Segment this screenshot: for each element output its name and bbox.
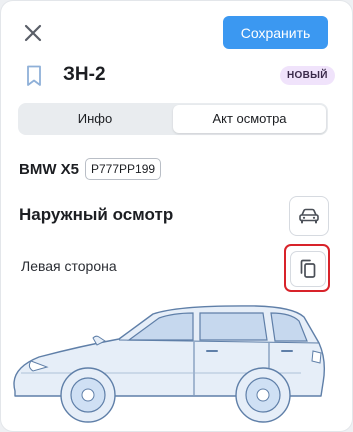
section-title: Наружный осмотр xyxy=(19,205,174,224)
vehicle-model: BMW X5 xyxy=(19,161,79,178)
car-front-icon xyxy=(299,208,319,224)
copy-icon xyxy=(300,259,316,278)
car-left-side-diagram[interactable] xyxy=(1,301,352,431)
copy-button[interactable] xyxy=(290,251,326,287)
tab-info[interactable]: Инфо xyxy=(20,105,170,133)
bookmark-icon[interactable] xyxy=(26,65,42,87)
tab-bar: Инфо Акт осмотра xyxy=(18,103,328,135)
car-view-button[interactable] xyxy=(289,196,329,236)
save-button[interactable]: Сохранить xyxy=(223,16,328,49)
inspection-panel: Сохранить ЗН-2 НОВЫЙ Инфо Акт осмотра BM… xyxy=(1,1,352,431)
side-label: Левая сторона xyxy=(21,258,117,274)
close-icon[interactable] xyxy=(21,21,45,45)
status-badge: НОВЫЙ xyxy=(280,66,335,85)
inspection-title: ЗН-2 xyxy=(63,64,106,85)
license-plate: Р777РР199 xyxy=(85,158,162,180)
tab-inspection-act[interactable]: Акт осмотра xyxy=(173,105,326,133)
